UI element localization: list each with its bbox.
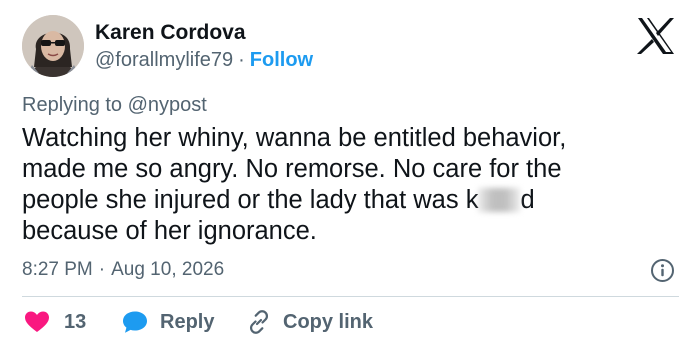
tweet-line-2: made me so angry. No remorse. No care fo… — [22, 155, 562, 183]
tweet-line-4: because of her ignorance. — [22, 217, 317, 245]
link-icon — [249, 310, 269, 334]
replying-prefix: Replying to — [22, 94, 128, 116]
speech-bubble-icon — [123, 311, 147, 333]
tweet-line-3-end: d — [520, 186, 535, 214]
info-icon[interactable] — [650, 258, 675, 283]
handle-separator: · — [238, 49, 245, 71]
tweet-line-3: people she injured or the lady that was … — [22, 185, 682, 216]
tweet-line-1: Watching her whiny, wanna be entitled be… — [22, 124, 567, 152]
like-count: 13 — [64, 310, 87, 333]
tweet-date: Aug 10, 2026 — [111, 259, 225, 280]
like-button[interactable]: 13 — [24, 308, 86, 336]
x-logo-icon[interactable] — [634, 16, 678, 56]
copy-link-label: Copy link — [283, 310, 374, 333]
censor-blur — [478, 188, 521, 212]
reply-label: Reply — [160, 310, 215, 333]
avatar[interactable] — [22, 15, 84, 77]
reply-mention-link[interactable]: @nypost — [128, 94, 207, 116]
tweet-timestamp[interactable]: 8:27 PM · Aug 10, 2026 — [22, 258, 224, 282]
tweet-line-3-text: people she injured or the lady that was … — [22, 186, 479, 214]
author-name[interactable]: Karen Cordova — [95, 20, 246, 46]
replying-to: Replying to @nypost — [22, 93, 207, 117]
tweet-text: Watching her whiny, wanna be entitled be… — [22, 123, 682, 247]
follow-button[interactable]: Follow — [250, 49, 313, 71]
author-handle[interactable]: @forallmylife79 — [95, 49, 233, 71]
tweet-card: Karen Cordova @forallmylife79 · Follow Rep… — [0, 0, 700, 348]
divider — [22, 296, 679, 297]
meta-separator: · — [98, 259, 106, 280]
tweet-time: 8:27 PM — [22, 259, 93, 280]
heart-icon — [25, 311, 49, 332]
reply-button[interactable]: Reply — [122, 308, 214, 336]
handle-row: @forallmylife79 · Follow — [95, 48, 313, 72]
copy-link-button[interactable]: Copy link — [246, 308, 373, 336]
